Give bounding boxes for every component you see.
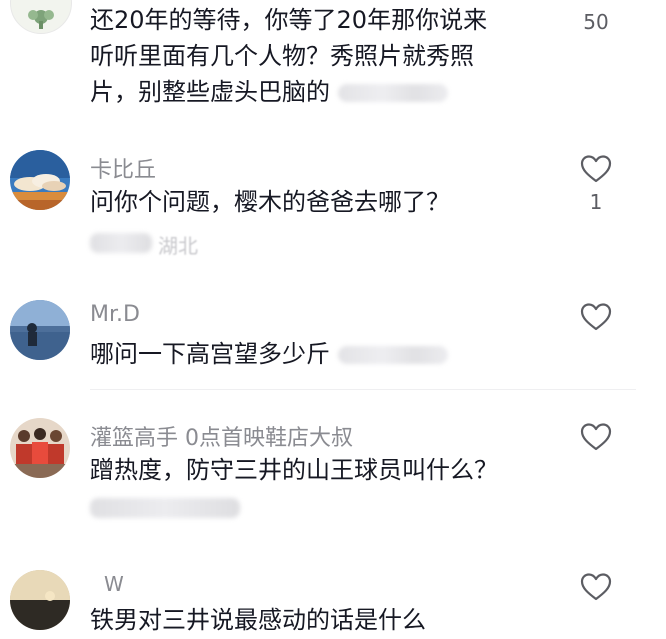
like-button[interactable]	[578, 302, 614, 332]
username[interactable]: 卡比丘	[90, 152, 156, 184]
avatar[interactable]	[10, 570, 70, 630]
heart-outline-icon	[580, 573, 612, 601]
sunset-avatar-icon	[10, 570, 70, 630]
heart-outline-icon	[580, 423, 612, 451]
avatar[interactable]	[10, 300, 70, 360]
avatar[interactable]	[10, 150, 70, 210]
avatar[interactable]	[10, 0, 72, 34]
comment-meta	[90, 498, 240, 522]
username[interactable]: Mr.D	[90, 302, 140, 327]
comment-text: 蹭热度，防守三井的山王球员叫什么？	[90, 456, 498, 484]
like-count: 50	[583, 10, 609, 34]
comment-text: 还20年的等待，你等了20年那你说来 听听里面有几个人物？秀照片就秀照 片，别整…	[90, 6, 488, 106]
like-button[interactable]	[578, 422, 614, 452]
username[interactable]: 灌篮高手 0点首映鞋店大叔	[90, 420, 353, 452]
comment-text: 问你个问题，樱木的爸爸去哪了？	[90, 188, 450, 216]
divider	[90, 389, 636, 390]
username[interactable]: W	[104, 572, 124, 596]
comment-meta: 湖北	[90, 230, 198, 258]
lake-avatar-icon	[10, 300, 70, 360]
avatar[interactable]	[10, 418, 70, 478]
sky-avatar-icon	[10, 150, 70, 210]
like-button[interactable]	[578, 572, 614, 602]
like-count: 1	[589, 190, 603, 214]
like-button[interactable]: 50	[578, 10, 614, 34]
like-button[interactable]: 1	[578, 154, 614, 214]
heart-outline-icon	[580, 155, 612, 183]
comment-text: 哪问一下高宫望多少斤	[90, 336, 448, 372]
heart-outline-icon	[580, 303, 612, 331]
team-photo-avatar-icon	[10, 418, 70, 478]
plant-avatar-icon	[28, 10, 54, 29]
comment-text: 铁男对三井说最感动的话是什么	[90, 606, 426, 634]
